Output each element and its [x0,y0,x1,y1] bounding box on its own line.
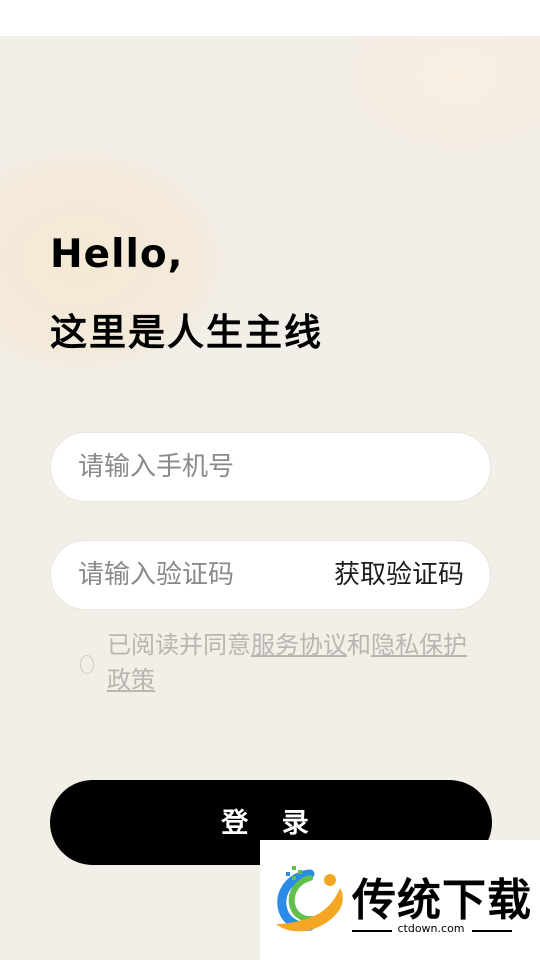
agreement-text: 已阅读并同意服务协议和隐私保护政策 [107,628,467,698]
ctdown-logo-icon [276,866,343,932]
watermark-domain: ctdown.com [397,922,465,935]
watermark-title: 传统下载 [352,875,532,926]
watermark-divider-right [472,930,512,932]
agreement-prefix: 已阅读并同意 [107,631,251,659]
login-screen: Hello, 这里是人生主线 获取验证码 已阅读并同意服务协议和隐私保护政策 登… [0,36,540,960]
decorative-blob-right [340,36,540,156]
status-bar [0,0,540,36]
greeting-heading: Hello, [50,232,184,277]
verification-code-input[interactable] [78,541,298,609]
agreement-checkbox[interactable] [80,655,94,674]
get-code-button[interactable]: 获取验证码 [334,541,464,609]
phone-input[interactable] [78,433,468,501]
phone-field[interactable] [50,432,491,502]
verification-code-field[interactable]: 获取验证码 [50,540,491,610]
slogan-heading: 这里是人生主线 [50,311,323,354]
watermark: 传统下载 ctdown.com [260,840,540,960]
service-agreement-link[interactable]: 服务协议 [251,631,347,659]
agreement-and: 和 [347,631,371,659]
watermark-divider-left [352,930,392,932]
